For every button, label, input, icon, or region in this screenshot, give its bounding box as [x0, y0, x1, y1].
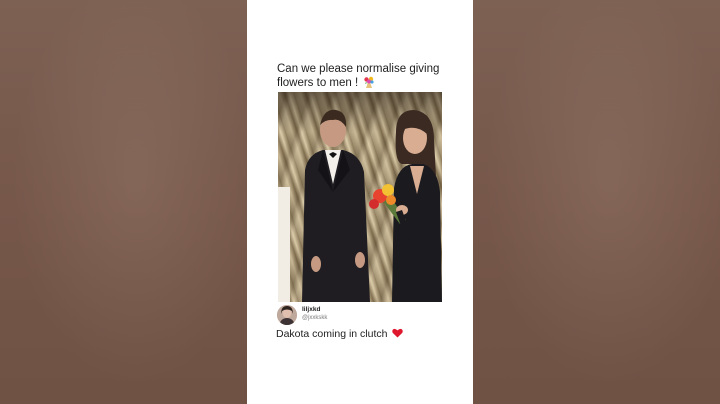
bouquet-icon — [364, 76, 374, 88]
blurred-background-left — [0, 0, 247, 404]
post-caption-line2: flowers to men ! — [277, 77, 359, 89]
reply-text: Dakota coming in clutch — [276, 328, 404, 340]
people-scene — [278, 109, 442, 302]
post-caption: Can we please normalise giving flowers t… — [277, 62, 452, 90]
short-video-frame[interactable]: Can we please normalise giving flowers t… — [247, 0, 473, 404]
avatar-image — [277, 305, 297, 325]
red-heart-icon — [392, 328, 404, 338]
post-caption-line1: Can we please normalise giving — [277, 63, 440, 75]
reply-text-content: Dakota coming in clutch — [276, 328, 388, 340]
video-still-image — [278, 92, 442, 302]
blurred-background-right — [473, 0, 720, 404]
reply-avatar[interactable] — [277, 305, 297, 325]
reply-handle: @jxxkskk — [302, 315, 328, 321]
reply-username[interactable]: liljxkd — [302, 306, 320, 313]
